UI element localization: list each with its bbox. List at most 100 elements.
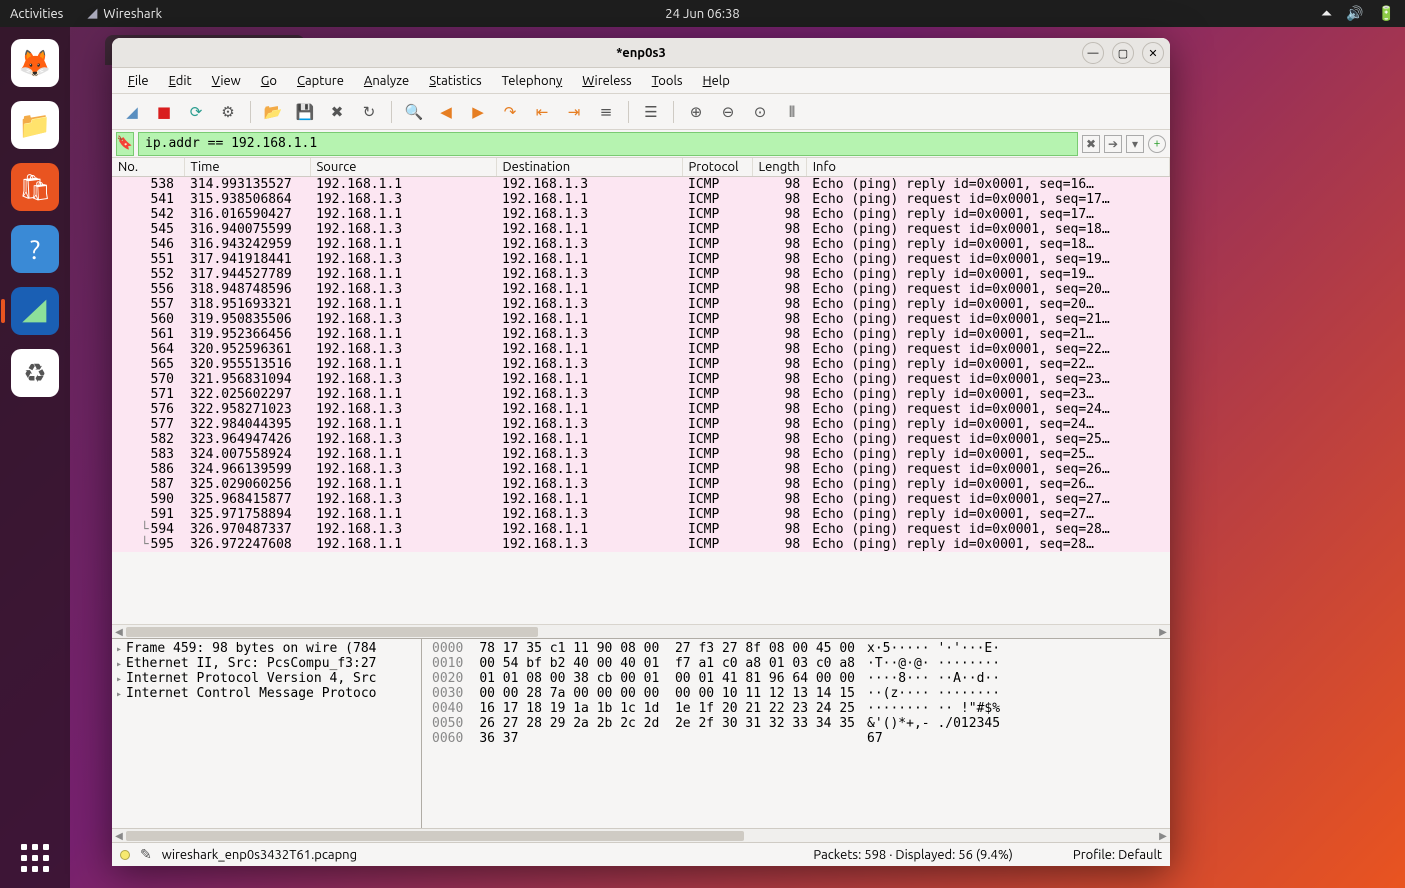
packet-row[interactable]: 576322.958271023192.168.1.3192.168.1.1IC… <box>112 402 1170 417</box>
packet-row[interactable]: 595326.972247608192.168.1.1192.168.1.3IC… <box>112 537 1170 552</box>
details-line[interactable]: Internet Protocol Version 4, Src <box>116 671 417 686</box>
clock[interactable]: 24 Jun 06:38 <box>665 7 739 21</box>
header-length[interactable]: Length <box>752 158 806 177</box>
display-filter-input[interactable] <box>138 132 1078 156</box>
packet-row[interactable]: 586324.966139599192.168.1.3192.168.1.1IC… <box>112 462 1170 477</box>
expert-info-icon[interactable] <box>120 850 130 860</box>
jump-button[interactable]: ↷ <box>496 98 524 126</box>
details-pane[interactable]: Frame 459: 98 bytes on wire (784Ethernet… <box>112 639 422 828</box>
packet-row[interactable]: 542316.016590427192.168.1.1192.168.1.3IC… <box>112 207 1170 222</box>
header-info[interactable]: Info <box>806 158 1169 177</box>
packet-row[interactable]: 557318.951693321192.168.1.1192.168.1.3IC… <box>112 297 1170 312</box>
packet-row[interactable]: 587325.029060256192.168.1.1192.168.1.3IC… <box>112 477 1170 492</box>
go-last-button[interactable]: ⇥ <box>560 98 588 126</box>
packet-row[interactable]: 556318.948748596192.168.1.3192.168.1.1IC… <box>112 282 1170 297</box>
go-back-button[interactable]: ◀ <box>432 98 460 126</box>
capture-options-button[interactable]: ⚙ <box>214 98 242 126</box>
header-no[interactable]: No. <box>112 158 184 177</box>
menu-telephony[interactable]: Telephony <box>494 71 571 91</box>
activities-button[interactable]: Activities <box>10 7 63 21</box>
filter-bookmark-icon[interactable]: 🔖 <box>116 132 134 156</box>
packet-list-pane[interactable]: No. Time Source Destination Protocol Len… <box>112 158 1170 624</box>
packet-row[interactable]: 577322.984044395192.168.1.1192.168.1.3IC… <box>112 417 1170 432</box>
save-file-button[interactable]: 💾 <box>291 98 319 126</box>
filter-add-button[interactable]: + <box>1148 135 1166 153</box>
menu-capture[interactable]: Capture <box>289 71 352 91</box>
packet-row[interactable]: 583324.007558924192.168.1.1192.168.1.3IC… <box>112 447 1170 462</box>
hex-bytes-row[interactable]: 78 17 35 c1 11 90 08 00 27 f3 27 8f 08 0… <box>479 641 855 656</box>
menu-wireless[interactable]: Wireless <box>574 71 639 91</box>
packet-row[interactable]: 545316.940075599192.168.1.3192.168.1.1IC… <box>112 222 1170 237</box>
packet-hscroll[interactable]: ◀▶ <box>112 624 1170 638</box>
menu-help[interactable]: Help <box>695 71 738 91</box>
details-line[interactable]: Ethernet II, Src: PcsCompu_f3:27 <box>116 656 417 671</box>
open-file-button[interactable]: 📂 <box>259 98 287 126</box>
hex-bytes-row[interactable]: 00 54 bf b2 40 00 40 01 f7 a1 c0 a8 01 0… <box>479 656 855 671</box>
capture-start-button[interactable]: ◢ <box>118 98 146 126</box>
packet-row[interactable]: 590325.968415877192.168.1.3192.168.1.1IC… <box>112 492 1170 507</box>
hex-bytes-row[interactable]: 26 27 28 29 2a 2b 2c 2d 2e 2f 30 31 32 3… <box>479 716 855 731</box>
packet-row[interactable]: 594326.970487337192.168.1.3192.168.1.1IC… <box>112 522 1170 537</box>
packet-row[interactable]: 541315.938506864192.168.1.3192.168.1.1IC… <box>112 192 1170 207</box>
dock-files[interactable]: 📁 <box>11 101 59 149</box>
packet-row[interactable]: 565320.955513516192.168.1.1192.168.1.3IC… <box>112 357 1170 372</box>
header-protocol[interactable]: Protocol <box>682 158 752 177</box>
network-icon[interactable]: ⏶ <box>1321 5 1332 22</box>
packet-row[interactable]: 571322.025602297192.168.1.1192.168.1.3IC… <box>112 387 1170 402</box>
header-destination[interactable]: Destination <box>496 158 682 177</box>
packet-row[interactable]: 552317.944527789192.168.1.1192.168.1.3IC… <box>112 267 1170 282</box>
filter-apply-button[interactable]: ➔ <box>1104 135 1122 153</box>
packet-row[interactable]: 570321.956831094192.168.1.3192.168.1.1IC… <box>112 372 1170 387</box>
status-profile[interactable]: Profile: Default <box>1073 848 1162 862</box>
capture-stop-button[interactable]: ■ <box>150 98 178 126</box>
reload-button[interactable]: ↻ <box>355 98 383 126</box>
menu-edit[interactable]: Edit <box>161 71 200 91</box>
packet-row[interactable]: 561319.952366456192.168.1.1192.168.1.3IC… <box>112 327 1170 342</box>
app-indicator[interactable]: ◢ Wireshark <box>87 6 162 21</box>
maximize-button[interactable]: ▢ <box>1112 42 1134 64</box>
packet-row[interactable]: 564320.952596361192.168.1.3192.168.1.1IC… <box>112 342 1170 357</box>
volume-icon[interactable]: 🔊 <box>1346 5 1363 22</box>
edit-capture-icon[interactable]: ✎ <box>140 846 152 863</box>
colorize-button[interactable]: ☰ <box>637 98 665 126</box>
hex-pane[interactable]: 0000001000200030004000500060 78 17 35 c1… <box>422 639 1170 828</box>
hex-bytes-row[interactable]: 16 17 18 19 1a 1b 1c 1d 1e 1f 20 21 22 2… <box>479 701 855 716</box>
packet-row[interactable]: 538314.993135527192.168.1.1192.168.1.3IC… <box>112 177 1170 193</box>
minimize-button[interactable]: — <box>1082 42 1104 64</box>
details-hscroll[interactable]: ◀▶ <box>112 828 1170 842</box>
dock-trash[interactable]: ♻ <box>11 349 59 397</box>
menu-analyze[interactable]: Analyze <box>356 71 417 91</box>
show-applications[interactable] <box>0 844 70 872</box>
menu-file[interactable]: File <box>120 71 157 91</box>
zoom-out-button[interactable]: ⊖ <box>714 98 742 126</box>
header-time[interactable]: Time <box>184 158 310 177</box>
go-forward-button[interactable]: ▶ <box>464 98 492 126</box>
dock-software[interactable]: 🛍 <box>11 163 59 211</box>
zoom-in-button[interactable]: ⊕ <box>682 98 710 126</box>
filter-history-button[interactable]: ▾ <box>1126 135 1144 153</box>
capture-restart-button[interactable]: ⟳ <box>182 98 210 126</box>
details-line[interactable]: Frame 459: 98 bytes on wire (784 <box>116 641 417 656</box>
menu-tools[interactable]: Tools <box>644 71 691 91</box>
menu-statistics[interactable]: Statistics <box>421 71 489 91</box>
filter-clear-button[interactable]: ✖ <box>1082 135 1100 153</box>
packet-row[interactable]: 560319.950835506192.168.1.3192.168.1.1IC… <box>112 312 1170 327</box>
close-file-button[interactable]: ✖ <box>323 98 351 126</box>
dock-firefox[interactable]: 🦊 <box>11 39 59 87</box>
packet-row[interactable]: 551317.941918441192.168.1.3192.168.1.1IC… <box>112 252 1170 267</box>
dock-wireshark[interactable] <box>11 287 59 335</box>
go-first-button[interactable]: ⇤ <box>528 98 556 126</box>
packet-row[interactable]: 591325.971758894192.168.1.1192.168.1.3IC… <box>112 507 1170 522</box>
close-button[interactable]: ✕ <box>1142 42 1164 64</box>
autoscroll-button[interactable]: ≡ <box>592 98 620 126</box>
menu-view[interactable]: View <box>204 71 249 91</box>
details-line[interactable]: Internet Control Message Protoco <box>116 686 417 701</box>
zoom-reset-button[interactable]: ⊙ <box>746 98 774 126</box>
dock-help[interactable]: ? <box>11 225 59 273</box>
hex-bytes-row[interactable]: 36 37 <box>479 731 855 746</box>
find-button[interactable]: 🔍 <box>400 98 428 126</box>
hex-bytes-row[interactable]: 01 01 08 00 38 cb 00 01 00 01 41 81 96 6… <box>479 671 855 686</box>
header-source[interactable]: Source <box>310 158 496 177</box>
resize-columns-button[interactable]: ⫴ <box>778 98 806 126</box>
packet-row[interactable]: 546316.943242959192.168.1.1192.168.1.3IC… <box>112 237 1170 252</box>
